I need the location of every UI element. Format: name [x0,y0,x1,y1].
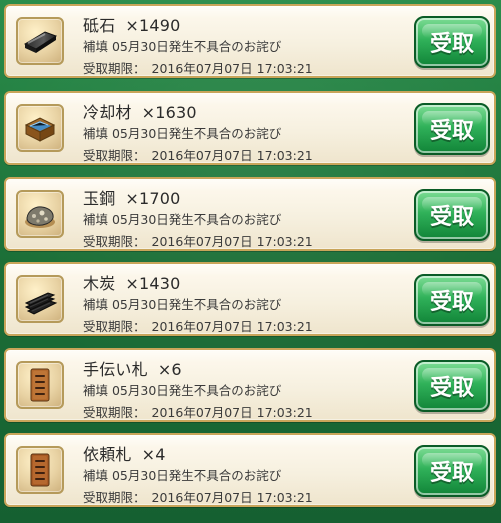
item-title: 玉鋼 ×1700 [83,185,181,209]
expiry-value: 2016年07月07日 17:03:21 [151,319,313,334]
expiry-label: 受取期限： [83,148,146,163]
expiry: 受取期限： 2016年07月07日 17:03:21 [83,487,313,505]
item-title: 木炭 ×1430 [83,270,181,294]
item-title: 砥石 ×1490 [83,12,181,36]
receive-button[interactable]: 受取 [414,103,490,155]
charcoal-icon [24,292,58,315]
item-description: 補填 05月30日発生不具合のお詫び [83,468,282,483]
item-name: 木炭 [83,274,116,293]
reward-row: 依頼札 ×4 補填 05月30日発生不具合のお詫び 受取期限： 2016年07月07… [4,433,496,507]
receive-button[interactable]: 受取 [414,360,490,412]
expiry-label: 受取期限： [83,61,146,76]
item-quantity: ×6 [157,360,182,379]
request-tag-icon [30,453,50,487]
expiry-label: 受取期限： [83,319,146,334]
item-quantity: ×1430 [125,274,181,293]
item-name: 玉鋼 [83,189,116,208]
reward-row: 木炭 ×1430 補填 05月30日発生不具合のお詫び 受取期限： 2016年07月… [4,262,496,336]
item-description: 補填 05月30日発生不具合のお詫び [83,126,282,141]
helper-tag-icon [30,368,50,402]
receive-button[interactable]: 受取 [414,274,490,326]
expiry-label: 受取期限： [83,234,146,249]
tamahagane-icon [25,206,55,228]
expiry-value: 2016年07月07日 17:03:21 [151,405,313,420]
item-description: 補填 05月30日発生不具合のお詫び [83,383,282,398]
item-name: 手伝い札 [83,360,148,379]
item-quantity: ×1630 [141,103,197,122]
reward-row: 玉鋼 ×1700 補填 05月30日発生不具合のお詫び 受取期限： 2016年07月… [4,177,496,251]
item-quantity: ×1490 [125,16,181,35]
item-title: 冷却材 ×1630 [83,99,197,123]
reward-row: 手伝い札 ×6 補填 05月30日発生不具合のお詫び 受取期限： 2016年07月0… [4,348,496,422]
item-thumbnail [16,446,64,494]
expiry-value: 2016年07月07日 17:03:21 [151,490,313,505]
expiry: 受取期限： 2016年07月07日 17:03:21 [83,58,313,76]
item-quantity: ×4 [141,445,166,464]
coolant-box-icon [24,117,56,142]
item-description: 補填 05月30日発生不具合のお詫び [83,297,282,312]
expiry-value: 2016年07月07日 17:03:21 [151,148,313,163]
whetstone-icon [23,31,58,53]
item-description: 補填 05月30日発生不具合のお詫び [83,212,282,227]
item-thumbnail [16,17,64,65]
expiry-label: 受取期限： [83,405,146,420]
reward-list: 砥石 ×1490 補填 05月30日発生不具合のお詫び 受取期限： 2016年07月… [0,0,501,523]
item-quantity: ×1700 [125,189,181,208]
expiry: 受取期限： 2016年07月07日 17:03:21 [83,231,313,249]
receive-button[interactable]: 受取 [414,445,490,497]
expiry-value: 2016年07月07日 17:03:21 [151,61,313,76]
expiry: 受取期限： 2016年07月07日 17:03:21 [83,145,313,163]
item-name: 砥石 [83,16,116,35]
expiry: 受取期限： 2016年07月07日 17:03:21 [83,316,313,334]
expiry-value: 2016年07月07日 17:03:21 [151,234,313,249]
item-thumbnail [16,361,64,409]
item-thumbnail [16,275,64,323]
item-thumbnail [16,104,64,152]
item-description: 補填 05月30日発生不具合のお詫び [83,39,282,54]
receive-button[interactable]: 受取 [414,189,490,241]
reward-row: 砥石 ×1490 補填 05月30日発生不具合のお詫び 受取期限： 2016年07月… [4,4,496,78]
receive-button[interactable]: 受取 [414,16,490,68]
item-title: 依頼札 ×4 [83,441,166,465]
reward-row: 冷却材 ×1630 補填 05月30日発生不具合のお詫び 受取期限： 2016年07… [4,91,496,165]
expiry: 受取期限： 2016年07月07日 17:03:21 [83,402,313,420]
item-name: 依頼札 [83,445,132,464]
item-title: 手伝い札 ×6 [83,356,182,380]
item-name: 冷却材 [83,103,132,122]
item-thumbnail [16,190,64,238]
expiry-label: 受取期限： [83,490,146,505]
